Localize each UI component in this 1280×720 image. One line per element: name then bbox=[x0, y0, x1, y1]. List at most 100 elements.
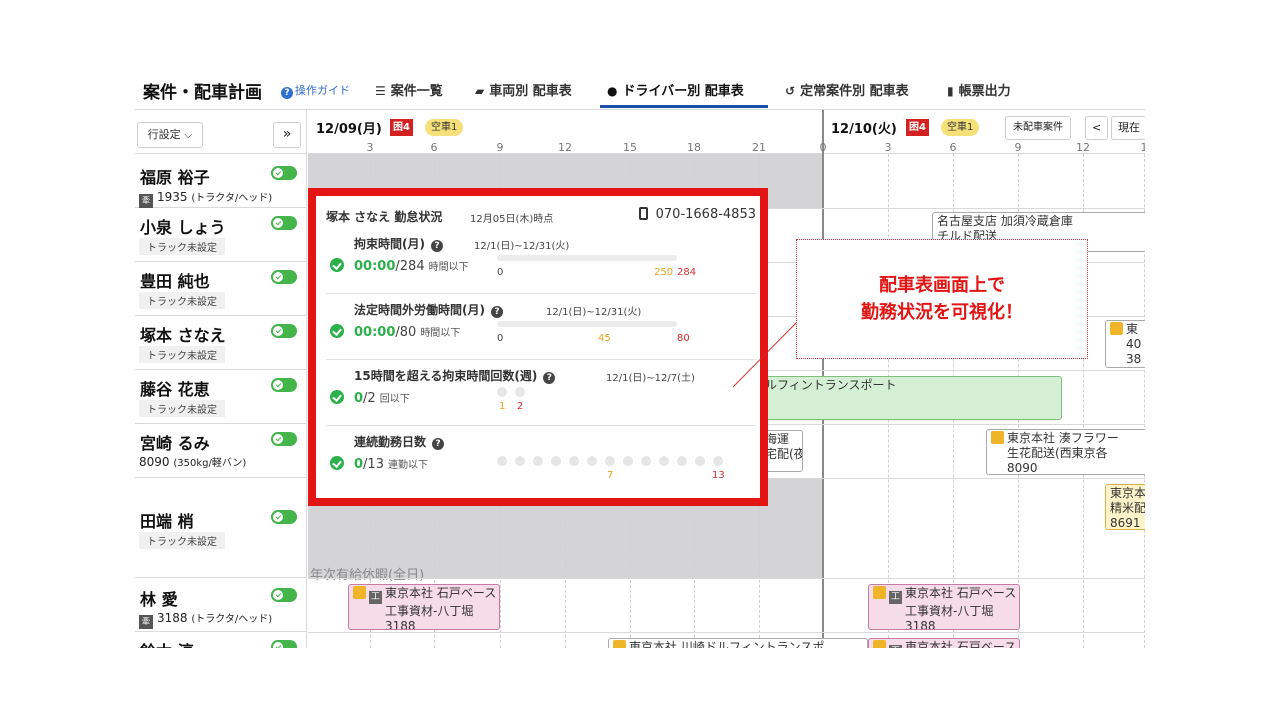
dot-label: 1 bbox=[499, 401, 506, 412]
hour-tick: 15 bbox=[623, 141, 637, 154]
truck-tag: トラック未設定 bbox=[139, 400, 225, 417]
driver-name: 福原 裕子 bbox=[140, 168, 210, 187]
expand-button[interactable]: » bbox=[273, 122, 301, 148]
job-card[interactable]: 工東京本社 石戸ベース 工事資材-八丁堀 3188 bbox=[348, 584, 500, 630]
hour-tick: 12 bbox=[558, 141, 572, 154]
tab-regular-schedule[interactable]: ↺ 定常案件別 配車表 bbox=[785, 80, 909, 99]
leave-label: 年次有給休暇(全日) bbox=[310, 568, 425, 583]
tractor-icon: 牽 bbox=[139, 194, 153, 208]
value-unit: 時間以下 bbox=[428, 262, 469, 273]
job-line: 生花配送(西東京各 bbox=[1007, 446, 1108, 460]
scale-warn: 250 bbox=[654, 267, 674, 278]
callout-line-2: 勤務状況を可視化！ bbox=[861, 302, 1023, 323]
job-card[interactable]: 東京本 精米配 8691 bbox=[1105, 484, 1145, 530]
prev-button[interactable]: < bbox=[1085, 116, 1109, 140]
count-dot bbox=[623, 456, 633, 466]
truck-tag: トラック未設定 bbox=[139, 532, 225, 549]
metric-restraint-month: 拘束時間(月)? 12/1(日)~12/31(火) 00:00/284 時間以下 … bbox=[326, 228, 756, 294]
metric-value: 00:00/80 時間以下 bbox=[354, 324, 460, 340]
driver-row[interactable]: 田端 梢 トラック未設定 bbox=[135, 478, 307, 578]
driver-row[interactable]: 塚本 さなえ トラック未設定 bbox=[135, 316, 307, 370]
driver-toggle[interactable] bbox=[271, 270, 297, 284]
help-icon[interactable]: ? bbox=[432, 438, 445, 450]
count-dot bbox=[587, 456, 597, 466]
timeline-header: 12/09(月) 困4 空車1 12/10(火) 困4 空車1 未配車案件 < … bbox=[308, 110, 1145, 154]
driver-row[interactable]: 藤谷 花恵 トラック未設定 bbox=[135, 370, 307, 424]
bus-icon bbox=[1110, 322, 1123, 335]
help-icon[interactable]: ? bbox=[430, 240, 443, 252]
tractor-icon: 牽 bbox=[139, 615, 153, 629]
metric-period: 12/1(日)~12/31(火) bbox=[474, 241, 570, 252]
check-icon bbox=[330, 456, 344, 470]
driver-row[interactable]: 福原 裕子 牽 1935 (トラクタ/ヘッド) bbox=[135, 154, 307, 208]
help-icon: ? bbox=[281, 87, 293, 99]
hour-tick: 6 bbox=[949, 141, 957, 154]
job-card[interactable]: 東 40 38 bbox=[1105, 320, 1145, 368]
value-current: 0 bbox=[354, 457, 364, 472]
metric-name: 連続勤務日数? bbox=[354, 433, 445, 450]
driver-toggle[interactable] bbox=[271, 432, 297, 446]
metric-long-restraint-week: 15時間を超える拘束時間回数(週)? 12/1(日)~12/7(土) 0/2 回以… bbox=[326, 360, 756, 426]
top-nav: 案件・配車計画 ? 操作ガイド ☰ 案件一覧 ▰ 車両別 配車表 ● ドライバー別 配車… bbox=[135, 72, 1145, 110]
busy-badge: 困4 bbox=[390, 119, 413, 136]
job-line: 8090 bbox=[1007, 461, 1038, 475]
driver-row[interactable]: 林 愛 牽 3188 (トラクタ/ヘッド) bbox=[135, 578, 307, 632]
vehicle-info: 8090 (350kg/軽バン) bbox=[139, 454, 246, 469]
job-line: 38 bbox=[1126, 352, 1142, 366]
job-line: 3188 bbox=[385, 619, 416, 630]
scale-max: 284 bbox=[677, 267, 697, 278]
count-dot bbox=[515, 456, 525, 466]
driver-toggle[interactable] bbox=[271, 510, 297, 524]
attendance-popup: 塚本 さなえ 勤怠状況 12月05日(木)時点 070-1668-4853 拘束… bbox=[308, 188, 768, 506]
driver-row[interactable]: 小泉 しょう トラック未設定 bbox=[135, 208, 307, 262]
metric-overtime-month: 法定時間外労働時間(月)? 12/1(日)~12/31(火) 00:00/80 時… bbox=[326, 294, 756, 360]
unassigned-cases-button[interactable]: 未配車案件 bbox=[1005, 116, 1071, 140]
value-unit: 連勤以下 bbox=[387, 460, 428, 471]
row-setting-button[interactable]: 行設定 ⌵ bbox=[137, 122, 203, 148]
driver-toggle[interactable] bbox=[271, 324, 297, 338]
hour-tick: 9 bbox=[496, 141, 504, 154]
count-dot bbox=[641, 456, 651, 466]
tab-case-list[interactable]: ☰ 案件一覧 bbox=[375, 80, 443, 99]
guide-link[interactable]: ? 操作ガイド bbox=[281, 82, 350, 99]
value-current: 0 bbox=[354, 391, 364, 406]
value-current: 00:00 bbox=[354, 325, 396, 340]
job-card[interactable]: 工東京本社 石戸ベース 工事資材-八丁堀 3188 bbox=[868, 584, 1020, 630]
driver-toggle[interactable] bbox=[271, 378, 297, 392]
job-card[interactable]: 東京本社 川崎ドルフィントランスポ bbox=[608, 638, 868, 648]
tab-vehicle-schedule[interactable]: ▰ 車両別 配車表 bbox=[475, 80, 572, 99]
day-label: 12/10(火) bbox=[831, 122, 897, 137]
history-icon: ↺ bbox=[785, 84, 796, 98]
callout-line-1: 配車表画面上で bbox=[879, 275, 1005, 296]
driver-toggle[interactable] bbox=[271, 640, 297, 648]
driver-toggle[interactable] bbox=[271, 588, 297, 602]
help-icon[interactable]: ? bbox=[543, 372, 556, 384]
value-limit: /13 bbox=[363, 457, 384, 472]
driver-toggle[interactable] bbox=[271, 166, 297, 180]
free-badge: 空車1 bbox=[425, 119, 464, 136]
callout-pointer bbox=[732, 321, 798, 388]
construction-icon: 工 bbox=[369, 591, 382, 604]
driver-icon: ● bbox=[607, 84, 618, 98]
metric-period: 12/1(日)~12/31(火) bbox=[546, 307, 642, 318]
help-icon[interactable]: ? bbox=[490, 306, 503, 318]
driver-row[interactable]: 宮崎 るみ 8090 (350kg/軽バン) bbox=[135, 424, 307, 478]
tab-report-output[interactable]: ▮ 帳票出力 bbox=[947, 80, 1011, 99]
row-controls: 行設定 ⌵ » bbox=[135, 110, 307, 154]
driver-row[interactable]: 鈴木 淳 bbox=[135, 632, 307, 648]
driver-row[interactable]: 豊田 純也 トラック未設定 bbox=[135, 262, 307, 316]
now-button[interactable]: 現在 bbox=[1111, 116, 1145, 140]
tab-driver-schedule[interactable]: ● ドライバー別 配車表 bbox=[607, 80, 744, 99]
driver-toggle[interactable] bbox=[271, 216, 297, 230]
count-dot bbox=[605, 456, 615, 466]
bus-icon bbox=[873, 640, 886, 648]
job-card[interactable]: 東京本社 湊フラワー 生花配送(西東京各 8090 bbox=[986, 429, 1145, 475]
count-dot bbox=[677, 456, 687, 466]
vehicle-info: 牽 1935 (トラクタ/ヘッド) bbox=[139, 189, 272, 208]
phone-number[interactable]: 070-1668-4853 bbox=[638, 207, 756, 222]
value-unit: 回以下 bbox=[379, 394, 410, 405]
bus-icon bbox=[991, 431, 1004, 444]
dispatch-app: 案件・配車計画 ? 操作ガイド ☰ 案件一覧 ▰ 車両別 配車表 ● ドライバー別 配車… bbox=[135, 72, 1145, 648]
job-card[interactable]: 工東京本社 石戸ベース bbox=[868, 638, 1020, 648]
value-unit: 時間以下 bbox=[420, 328, 461, 339]
